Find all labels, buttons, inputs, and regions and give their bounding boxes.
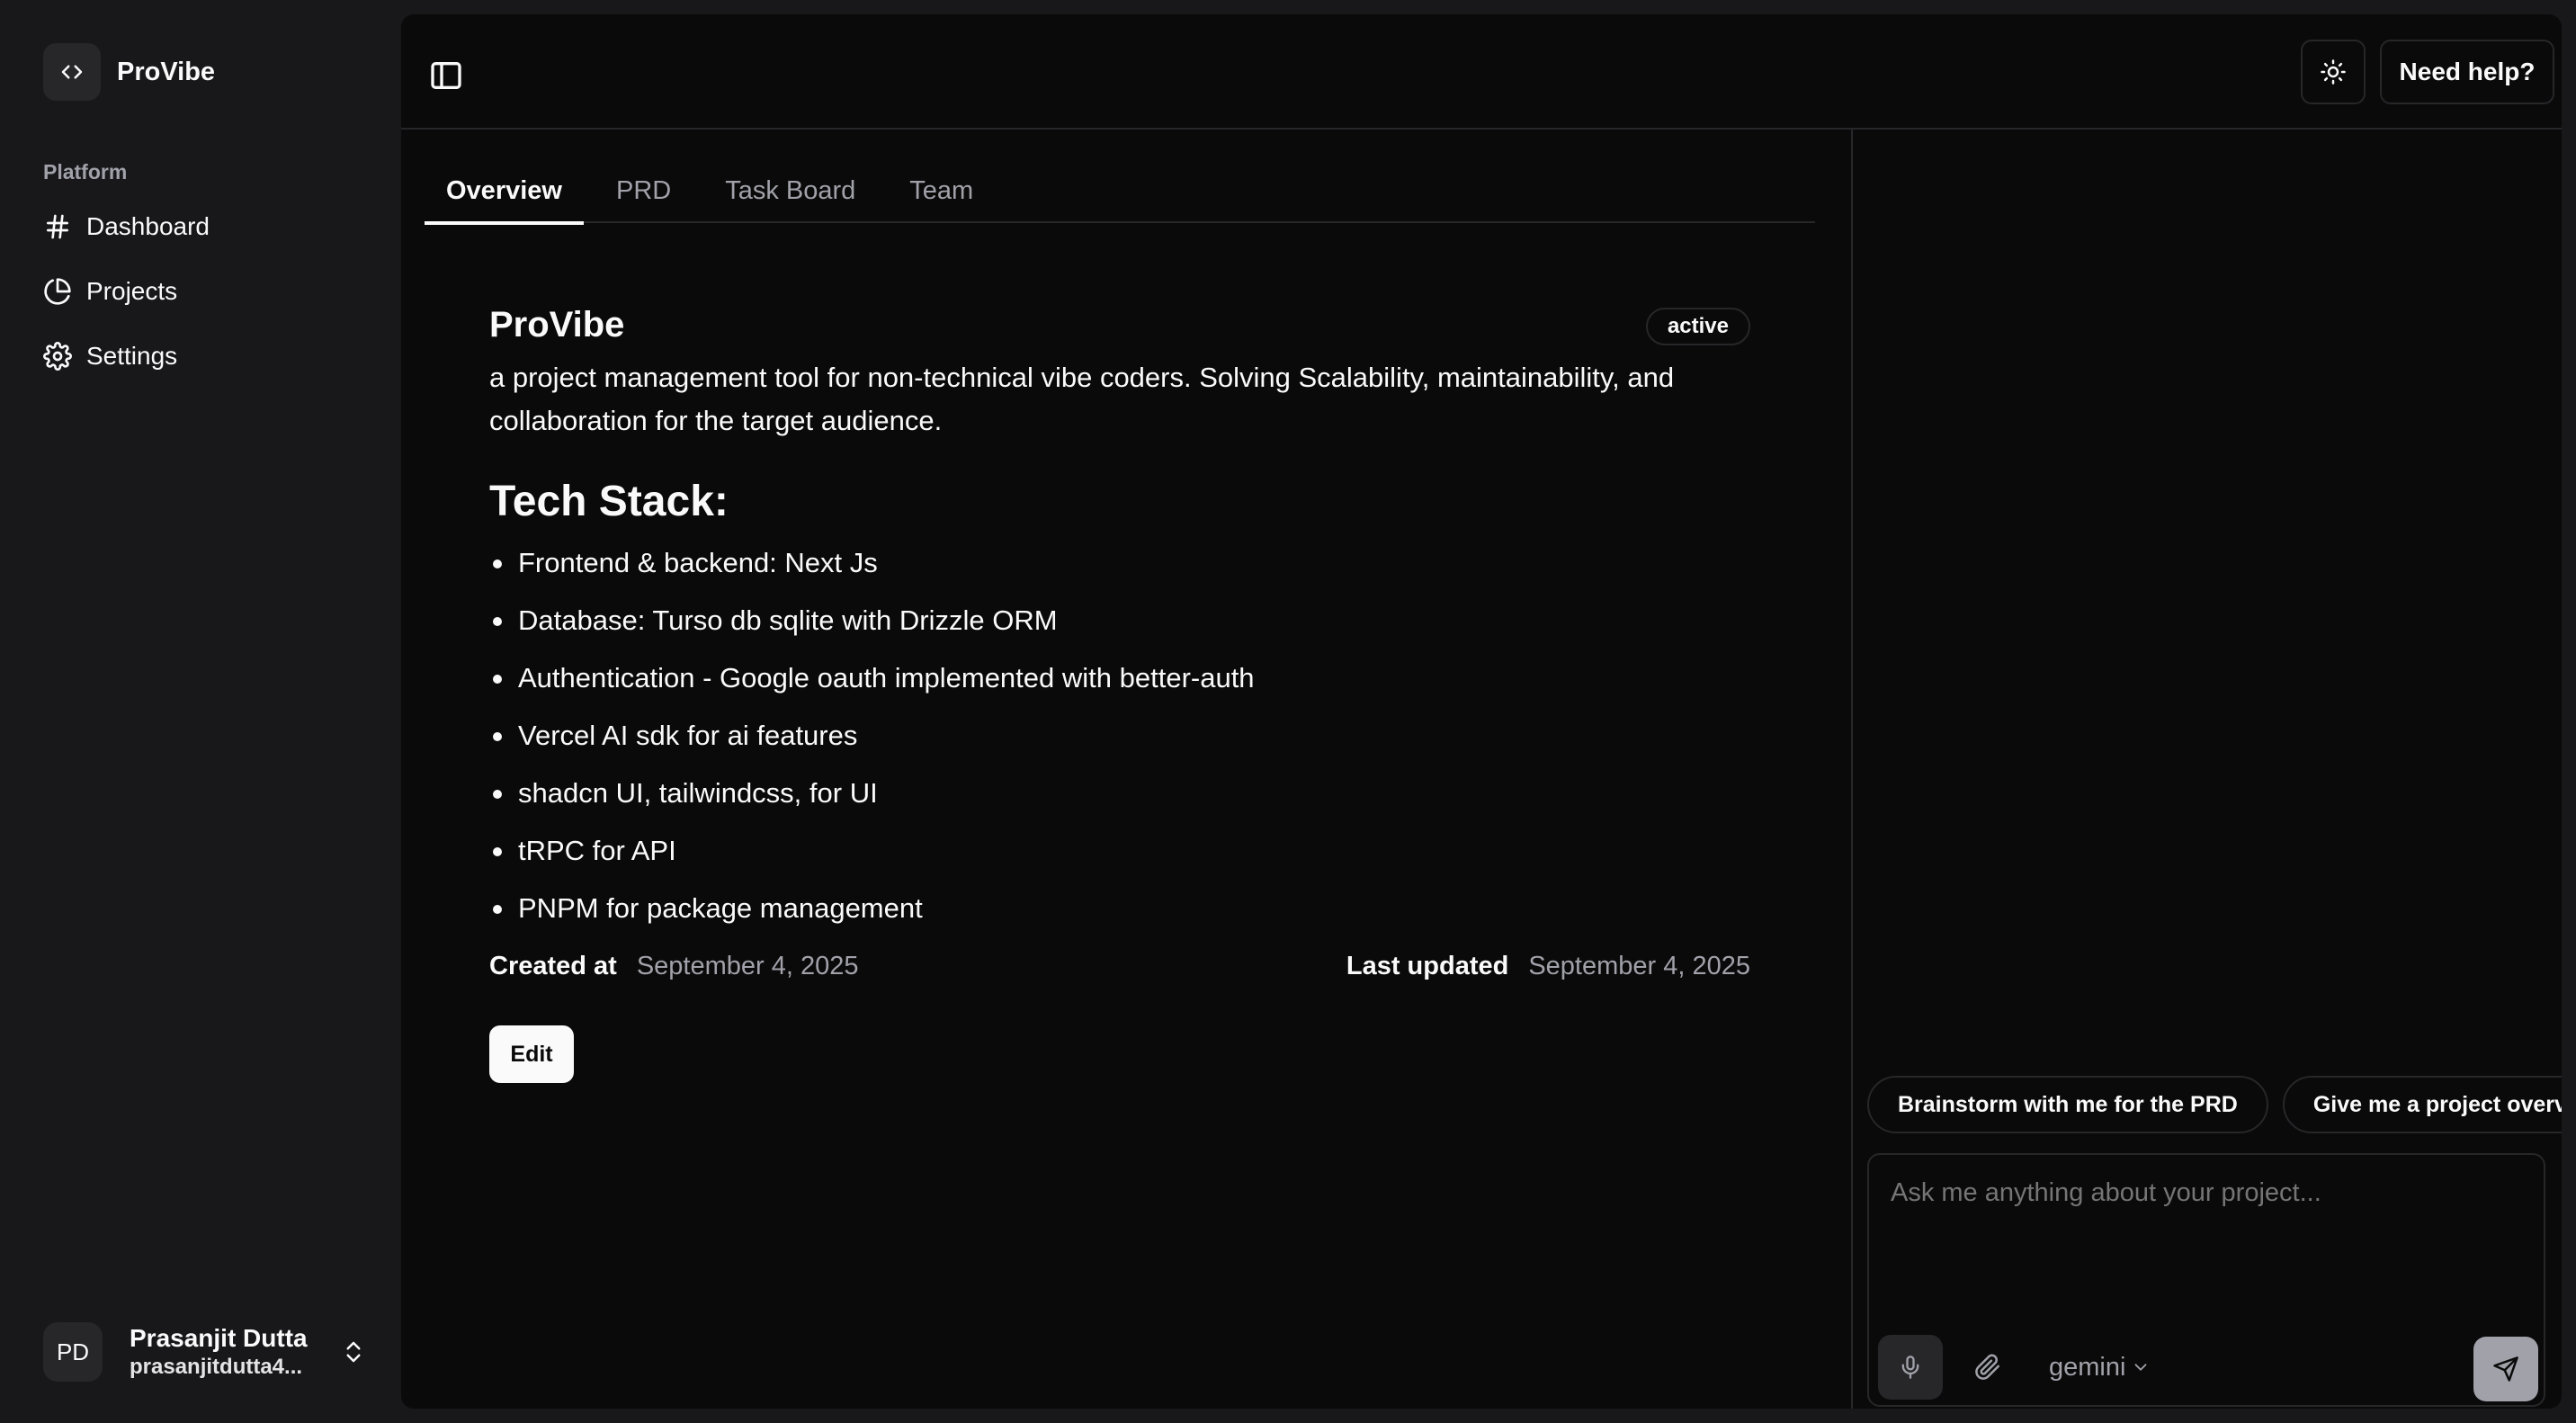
sidebar-item-label: Settings [86,342,178,370]
avatar: PD [43,1322,103,1382]
model-select-value: gemini [2049,1352,2126,1382]
project-title: ProVibe [489,305,625,345]
hash-icon [47,214,68,239]
chat-input[interactable] [1891,1178,2520,1208]
chevrons-up-down-icon [346,1341,361,1363]
sidebar-item-projects[interactable]: Projects [32,263,365,320]
main-panel: Need help? Overview PRD Task Board Team … [401,14,2562,1409]
tab-prd[interactable]: PRD [595,158,693,223]
brand-name: ProVibe [117,57,216,86]
sidebar-item-settings[interactable]: Settings [32,327,365,385]
list-item: PNPM for package management [489,890,1750,926]
user-menu[interactable]: PD Prasanjit Dutta prasanjitdutta4... [43,1322,367,1382]
sidebar-item-label: Dashboard [86,212,210,240]
chat-composer: gemini [1867,1153,2545,1407]
created-value: September 4, 2025 [636,952,859,980]
suggestion-chip-brainstorm[interactable]: Brainstorm with me for the PRD [1867,1076,2268,1133]
chevron-down-icon [2135,1364,2147,1371]
mic-button[interactable] [1878,1335,1943,1400]
theme-toggle-button[interactable] [2301,40,2366,104]
updated-label: Last updated [1346,952,1509,980]
tech-stack-heading: Tech Stack: [489,478,729,525]
brand[interactable]: ProVibe [43,43,215,101]
edit-button[interactable]: Edit [489,1025,574,1083]
send-button[interactable] [2473,1337,2538,1401]
nav-group-label: Platform [43,160,128,183]
project-dates: Created at September 4, 2025 Last updated… [489,952,1750,988]
send-icon [2493,1356,2518,1382]
panel-divider [1851,130,1853,1409]
tab-team[interactable]: Team [888,158,995,223]
user-name: Prasanjit Dutta [130,1324,308,1352]
status-badge: active [1645,308,1750,345]
suggestion-chips: Brainstorm with me for the PRD Give me a… [1867,1076,2562,1133]
updated-value: September 4, 2025 [1528,952,1750,980]
list-item: Authentication - Google oauth implemente… [489,660,1750,696]
attach-button[interactable] [1955,1335,2020,1400]
sun-icon [2321,59,2346,85]
need-help-button[interactable]: Need help? [2380,40,2554,104]
list-item: Frontend & backend: Next Js [489,545,1750,581]
sidebar-item-dashboard[interactable]: Dashboard [32,198,365,255]
project-tabs: Overview PRD Task Board Team [425,158,1815,225]
sidebar-item-label: Projects [86,277,178,305]
list-item: tRPC for API [489,833,1750,869]
sidebar-toggle-icon[interactable] [428,58,464,94]
list-item: Vercel AI sdk for ai features [489,718,1750,754]
topbar: Need help? [401,14,2562,130]
sidebar: ProVibe Platform Dashboard Projects Sett… [0,0,401,1423]
tab-task-board[interactable]: Task Board [703,158,877,223]
gear-icon [43,342,72,371]
project-overview: ProVibe active a project management tool… [489,302,1750,1083]
project-description: a project management tool for non-techni… [489,362,1675,436]
user-email: prasanjitdutta4... [130,1355,303,1379]
code-icon [43,43,101,101]
model-select[interactable]: gemini [2049,1349,2151,1385]
created-label: Created at [489,952,617,980]
tab-overview[interactable]: Overview [425,158,584,225]
list-item: shadcn UI, tailwindcss, for UI [489,775,1750,811]
tech-stack-list: Frontend & backend: Next Js Database: Tu… [489,545,1750,926]
mic-icon [1901,1356,1919,1379]
paperclip-icon [1975,1354,1999,1380]
pie-chart-icon [44,278,71,305]
suggestion-chip-overview[interactable]: Give me a project overview [2282,1076,2562,1133]
sidebar-nav: Dashboard Projects Settings [32,198,365,392]
list-item: Database: Turso db sqlite with Drizzle O… [489,603,1750,639]
